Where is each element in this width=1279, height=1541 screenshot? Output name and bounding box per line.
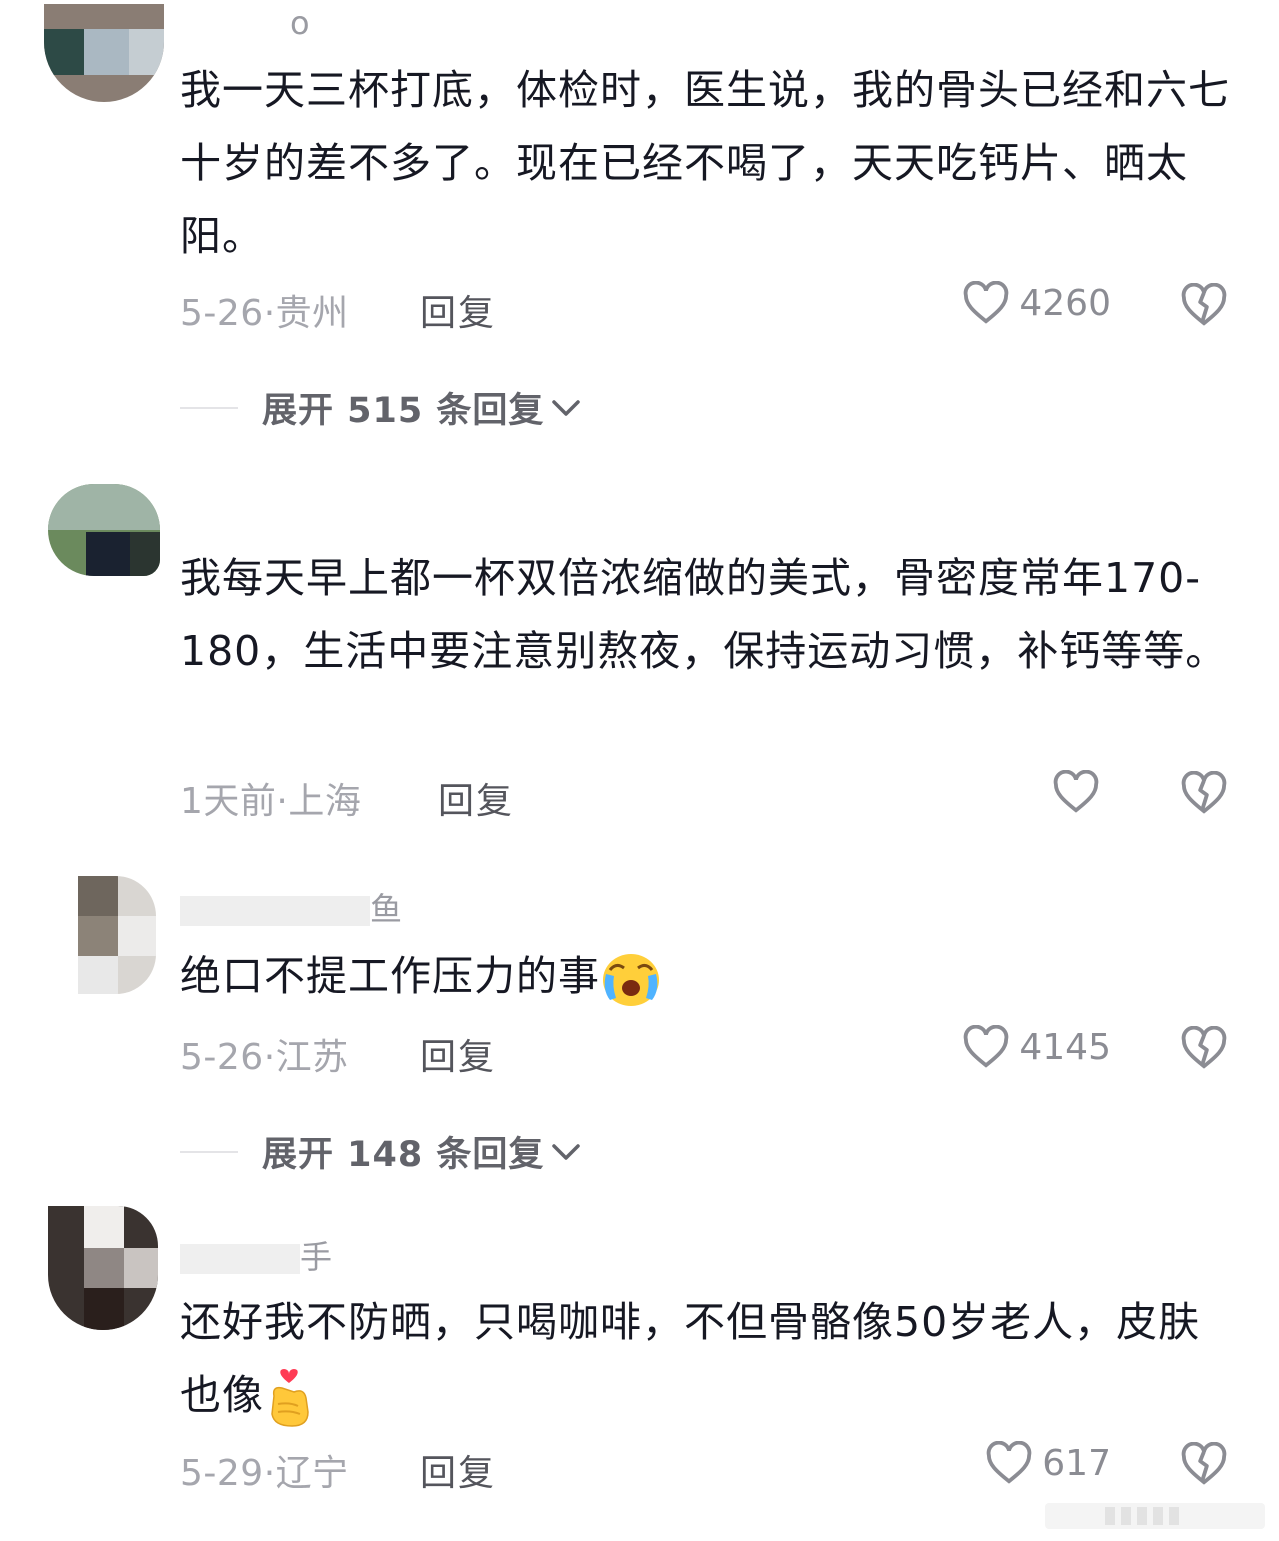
comment-text-content: 绝口不提工作压力的事: [180, 952, 600, 1000]
comment-text: 我每天早上都一杯双倍浓缩做的美式，骨密度常年170-180，生活中要注意别熬夜，…: [180, 554, 1228, 675]
reply-button[interactable]: 回复: [420, 1444, 496, 1496]
divider-line: [180, 406, 238, 409]
username-text: 鱼: [370, 890, 403, 928]
broken-heart-icon[interactable]: [1181, 771, 1227, 815]
username[interactable]: o: [290, 4, 310, 42]
comment-meta: 5-26·贵州: [180, 284, 349, 336]
expand-replies-button[interactable]: 展开 148 条回复: [180, 1126, 582, 1177]
comment-location: 辽宁: [275, 1453, 349, 1494]
divider-line: [180, 1150, 238, 1153]
watermark-icon: [1045, 1503, 1265, 1529]
heart-icon: [964, 1025, 1009, 1068]
reply-button[interactable]: 回复: [420, 284, 496, 336]
chevron-down-icon: [552, 1143, 581, 1160]
comment-date: 5-26: [180, 1037, 264, 1078]
comment-text: 绝口不提工作压力的事: [180, 940, 1240, 1013]
comment-meta: 5-29·辽宁: [180, 1444, 349, 1496]
comment-location: 贵州: [275, 293, 349, 334]
avatar[interactable]: [48, 484, 160, 576]
like-button[interactable]: 4145: [963, 1025, 1111, 1069]
comment-meta: 5-26·江苏: [180, 1028, 349, 1080]
heart-icon: [964, 281, 1009, 324]
reply-button[interactable]: 回复: [438, 772, 514, 824]
comment-date: 1天前: [180, 781, 277, 822]
username[interactable]: 鱼: [180, 884, 402, 930]
avatar[interactable]: [48, 1206, 158, 1330]
username[interactable]: 手: [180, 1232, 332, 1278]
like-button[interactable]: 617: [986, 1441, 1111, 1485]
broken-heart-icon[interactable]: [1181, 1442, 1227, 1486]
comment-text-content: 还好我不防晒，只喝咖啡，不但骨骼像50岁老人，皮肤也像: [180, 1298, 1201, 1419]
expand-replies-label: 展开 148 条回复: [262, 1135, 545, 1175]
like-button[interactable]: [1053, 770, 1109, 814]
comment-text: 还好我不防晒，只喝咖啡，不但骨骼像50岁老人，皮肤也像: [180, 1286, 1240, 1432]
like-count: 4260: [1019, 282, 1111, 324]
meta-separator: ·: [263, 1037, 276, 1078]
avatar[interactable]: [44, 4, 164, 102]
meta-separator: ·: [263, 293, 276, 334]
comment-date: 5-29: [180, 1453, 264, 1494]
meta-separator: ·: [276, 781, 289, 822]
like-count: 4145: [1019, 1026, 1111, 1068]
comment-meta: 1天前·上海: [180, 772, 361, 824]
heart-icon: [1053, 770, 1099, 813]
crying-face-emoji: [603, 954, 659, 1006]
finger-heart-emoji: [271, 1369, 309, 1427]
comment-date: 5-26: [180, 293, 264, 334]
comment-text: 我一天三杯打底，体检时，医生说，我的骨头已经和六七十岁的差不多了。现在已经不喝了…: [180, 66, 1230, 260]
comment-location: 江苏: [275, 1037, 349, 1078]
meta-separator: ·: [263, 1453, 276, 1494]
username-text: 手: [300, 1238, 333, 1276]
avatar[interactable]: [78, 876, 156, 994]
broken-heart-icon[interactable]: [1181, 283, 1227, 327]
comment-location: 上海: [288, 781, 362, 822]
broken-heart-icon[interactable]: [1181, 1026, 1227, 1070]
heart-icon: [986, 1441, 1032, 1484]
expand-replies-label: 展开 515 条回复: [262, 391, 545, 431]
reply-button[interactable]: 回复: [420, 1028, 496, 1080]
expand-replies-button[interactable]: 展开 515 条回复: [180, 382, 582, 433]
chevron-down-icon: [552, 399, 581, 416]
like-button[interactable]: 4260: [963, 281, 1111, 325]
like-count: 617: [1042, 1442, 1111, 1484]
